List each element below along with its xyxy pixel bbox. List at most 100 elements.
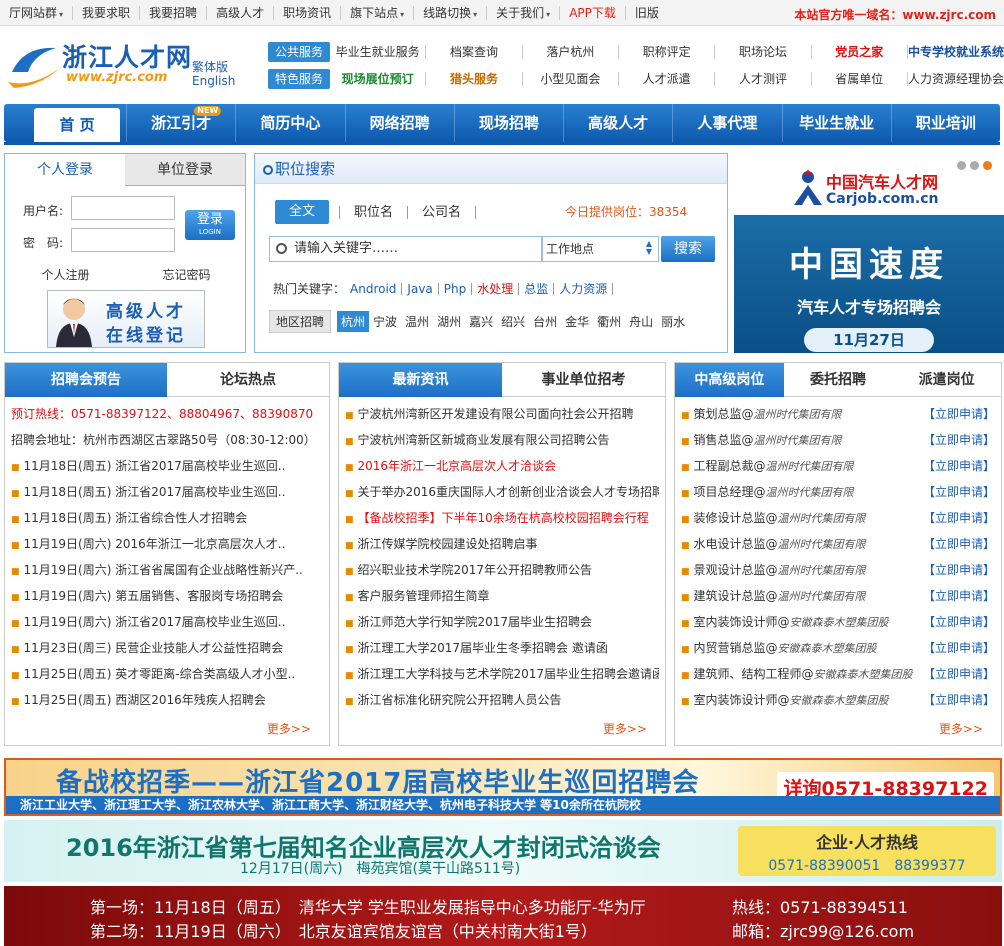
list-item[interactable]: ■ 建筑师、结构工程师@安徽森泰木塑集团股 【立即申请】: [681, 661, 995, 687]
apply-link[interactable]: 【立即申请】: [923, 687, 995, 713]
job-title[interactable]: 室内装饰设计师: [694, 615, 778, 629]
hot-keyword[interactable]: 水处理: [472, 282, 520, 295]
search-tab[interactable]: 公司名: [407, 205, 475, 219]
hot-keyword[interactable]: 总监: [519, 282, 555, 295]
tab-job-fair-preview[interactable]: 招聘会预告: [5, 363, 167, 397]
list-item[interactable]: ■ 11月18日(周五) 浙江省2017届高校毕业生巡回..: [11, 453, 323, 479]
topbar-item[interactable]: 厅网站群 ▾: [0, 5, 74, 20]
forgot-password-link[interactable]: 忘记密码: [162, 266, 210, 283]
apply-link[interactable]: 【立即申请】: [923, 583, 995, 609]
tab-public-institution[interactable]: 事业单位招考: [502, 363, 665, 397]
list-item[interactable]: ■ 关于举办2016重庆国际人才创新创业洽谈会人才专场招聘: [345, 479, 659, 505]
topbar-item[interactable]: APP下载: [560, 5, 626, 20]
topbar-item[interactable]: 旧版: [626, 6, 668, 20]
nav-item[interactable]: 毕业生就业: [781, 104, 891, 142]
list-item[interactable]: ■ 项目总经理@温州时代集团有限 【立即申请】: [681, 479, 995, 505]
tab-entrusted[interactable]: 委托招聘: [783, 363, 893, 397]
search-tab[interactable]: 职位名: [339, 205, 407, 219]
list-item[interactable]: ■ 客户服务管理师招生简章: [345, 583, 659, 609]
job-title[interactable]: 水电设计总监: [694, 537, 766, 551]
nav-item[interactable]: 现场招聘: [453, 104, 563, 142]
service-link[interactable]: 人力资源经理协会: [908, 72, 1004, 86]
apply-link[interactable]: 【立即申请】: [923, 635, 995, 661]
apply-link[interactable]: 【立即申请】: [923, 557, 995, 583]
list-item[interactable]: ■ 室内装饰设计师@安徽森泰木塑集团股 【立即申请】: [681, 687, 995, 713]
list-item[interactable]: ■ 装修设计总监@温州时代集团有限 【立即申请】: [681, 505, 995, 531]
senior-talent-fair-banner[interactable]: 2016年浙江省第七届知名企业高层次人才封闭式洽谈会 12月17日(周六) 梅苑…: [4, 820, 1002, 882]
tab-latest-news[interactable]: 最新资讯: [339, 363, 502, 397]
service-link[interactable]: 职称评定: [619, 45, 716, 59]
login-button[interactable]: 登录 LOGIN: [185, 210, 235, 240]
job-title[interactable]: 建筑师、结构工程师: [694, 667, 802, 681]
list-item[interactable]: ■ 11月25日(周五) 英才零距离-综合类高级人才小型..: [11, 661, 323, 687]
dot-icon[interactable]: [970, 161, 979, 170]
hot-keyword[interactable]: Java: [402, 282, 439, 295]
list-item[interactable]: ■ 工程副总裁@温州时代集团有限 【立即申请】: [681, 453, 995, 479]
service-link[interactable]: 职场论坛: [715, 45, 812, 59]
tab-personal-login[interactable]: 个人登录: [5, 154, 125, 186]
service-link[interactable]: 人才派遣: [619, 72, 716, 86]
job-title[interactable]: 建筑设计总监: [694, 589, 766, 603]
nav-item[interactable]: 职业培训: [890, 104, 1000, 142]
list-item[interactable]: ■ 景观设计总监@温州时代集团有限 【立即申请】: [681, 557, 995, 583]
job-title[interactable]: 装修设计总监: [694, 511, 766, 525]
topbar-item[interactable]: 我要招聘: [140, 5, 208, 20]
service-link[interactable]: 小型见面会: [523, 72, 619, 86]
service-link[interactable]: 毕业生就业服务: [330, 45, 427, 59]
list-item[interactable]: ■ 2016年浙江一北京高层次人才洽谈会: [345, 453, 659, 479]
list-item[interactable]: ■ 浙江省标准化研究院公开招聘人员公告: [345, 687, 659, 713]
more-link[interactable]: 更多>>: [939, 720, 983, 737]
region-link[interactable]: 宁波: [369, 313, 401, 330]
topbar-item[interactable]: 我要求职: [73, 5, 141, 20]
service-link[interactable]: 落户杭州: [523, 45, 619, 59]
nav-item[interactable]: 简历中心: [235, 104, 344, 142]
list-item[interactable]: ■ 水电设计总监@温州时代集团有限 【立即申请】: [681, 531, 995, 557]
carjob-ad[interactable]: 中国汽车人才网 Carjob.com.cn 中国速度 汽车人才专场招聘会 11月…: [734, 153, 1004, 353]
apply-link[interactable]: 【立即申请】: [923, 453, 995, 479]
region-link[interactable]: 温州: [401, 313, 433, 330]
list-item[interactable]: ■ 建筑设计总监@温州时代集团有限 【立即申请】: [681, 583, 995, 609]
job-title[interactable]: 景观设计总监: [694, 563, 766, 577]
username-input[interactable]: [71, 196, 175, 220]
list-item[interactable]: ■ 浙江理工大学科技与艺术学院2017届毕业生招聘会邀请函: [345, 661, 659, 687]
list-item[interactable]: ■ 11月19日(周六) 浙江省省属国有企业战略性新兴产..: [11, 557, 323, 583]
dot-icon[interactable]: [957, 161, 966, 170]
list-item[interactable]: ■ 11月23日(周三) 民营企业技能人才公益性招聘会: [11, 635, 323, 661]
nav-item[interactable]: 高级人才: [563, 104, 672, 142]
list-item[interactable]: ■ 浙江传媒学院校园建设处招聘启事: [345, 531, 659, 557]
list-item[interactable]: ■ 绍兴职业技术学院2017年公开招聘教师公告: [345, 557, 659, 583]
tab-senior-jobs[interactable]: 中高级岗位: [675, 363, 784, 397]
service-link[interactable]: 档案查询: [426, 45, 523, 59]
nav-item[interactable]: 浙江引才 NEW: [126, 104, 235, 142]
service-link[interactable]: 中专学校就业系统: [908, 45, 1004, 59]
list-item[interactable]: ■ 11月19日(周六) 2016年浙江一北京高层次人才..: [11, 531, 323, 557]
search-button[interactable]: 搜索: [661, 236, 715, 262]
apply-link[interactable]: 【立即申请】: [923, 609, 995, 635]
english-link[interactable]: English: [192, 74, 235, 88]
list-item[interactable]: ■ 11月19日(周六) 浙江省2017届高校毕业生巡回..: [11, 609, 323, 635]
list-item[interactable]: ■ 11月18日(周五) 浙江省2017届高校毕业生巡回..: [11, 479, 323, 505]
list-item[interactable]: ■ 浙江师范大学行知学院2017届毕业生招聘会: [345, 609, 659, 635]
more-link[interactable]: 更多>>: [603, 720, 647, 737]
apply-link[interactable]: 【立即申请】: [923, 401, 995, 427]
job-title[interactable]: 项目总经理: [694, 485, 754, 499]
list-item[interactable]: ■ 11月19日(周六) 第五届销售、客服岗专场招聘会: [11, 583, 323, 609]
region-link[interactable]: 丽水: [657, 313, 689, 330]
topbar-item[interactable]: 旗下站点 ▾: [341, 5, 415, 20]
job-title[interactable]: 工程副总裁: [694, 459, 754, 473]
apply-link[interactable]: 【立即申请】: [923, 661, 995, 687]
senior-talent-register-banner[interactable]: 高级人才 在线登记: [47, 290, 205, 348]
list-item[interactable]: ■ 11月18日(周五) 浙江省综合性人才招聘会: [11, 505, 323, 531]
ad-carousel-dots[interactable]: [957, 161, 992, 170]
service-link[interactable]: 省属单位: [812, 72, 908, 86]
region-link[interactable]: 台州: [529, 313, 561, 330]
list-item[interactable]: ■ 浙江理工大学2017届毕业生冬季招聘会 邀请函: [345, 635, 659, 661]
region-link[interactable]: 金华: [561, 313, 593, 330]
register-link[interactable]: 个人注册: [41, 266, 89, 283]
tab-dispatch[interactable]: 派遣岗位: [892, 363, 1002, 397]
location-select[interactable]: 工作地点 ▲ ▼: [541, 236, 659, 262]
traditional-link[interactable]: 繁体版: [192, 58, 228, 75]
tab-company-login[interactable]: 单位登录: [125, 154, 245, 186]
nav-item[interactable]: 网络招聘: [344, 104, 454, 142]
nav-item[interactable]: 人事代理: [672, 104, 781, 142]
